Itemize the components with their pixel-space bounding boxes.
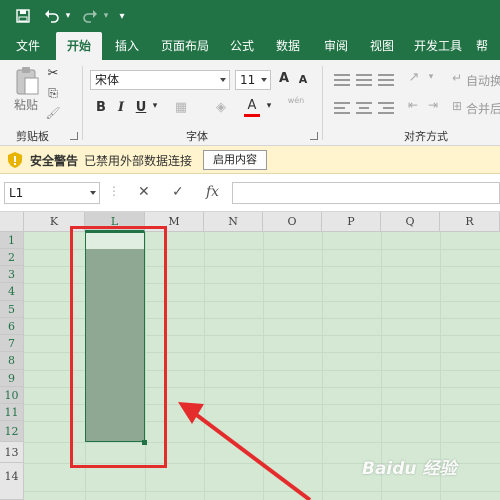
annotation-arrow-icon [178, 402, 312, 500]
watermark: Baidu 经验 [362, 454, 500, 479]
excel-window: ▾ ▾ ▾ 文件 开始 插入 页面布局 公式 数据 审阅 视图 开发工具 帮 粘… [0, 0, 500, 500]
watermark-text: Baidu 经验 [362, 459, 457, 479]
